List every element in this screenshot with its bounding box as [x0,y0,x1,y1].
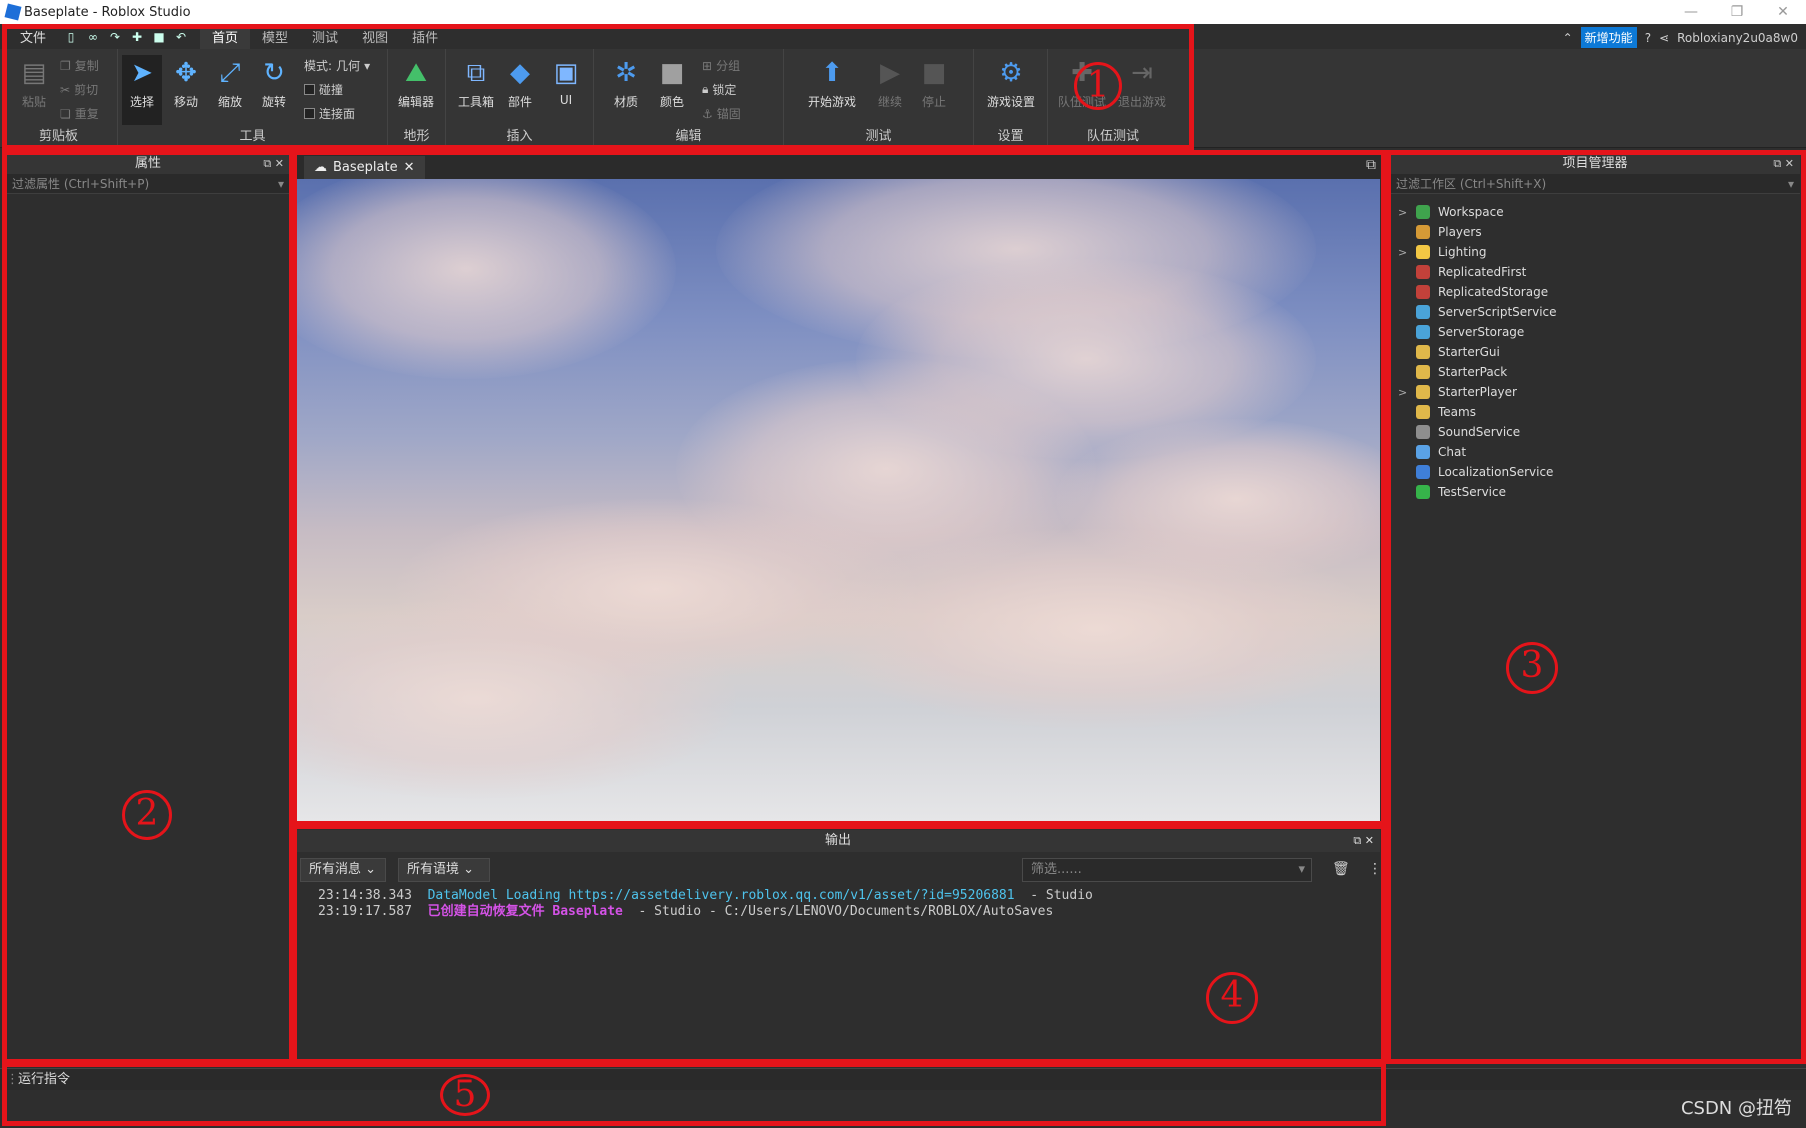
new-features-button[interactable]: 新增功能 [1580,27,1637,48]
user-account[interactable]: Robloxiany2u0a8w0 [1677,31,1798,45]
annotation-box-command [2,1062,1386,1126]
share-icon[interactable]: ⋖ [1659,31,1669,45]
minimize-button[interactable]: — [1668,0,1714,24]
title-bar: Baseplate - Roblox Studio — ❐ ✕ [0,0,1806,24]
annotation-box-explorer [1386,150,1806,1064]
watermark: CSDN @扭笱 [1680,1098,1792,1119]
help-icon[interactable]: ? [1645,31,1651,45]
annotation-box-output [292,824,1386,1064]
menu-right: ⌃ 新增功能 ? ⋖ Robloxiany2u0a8w0 [1563,27,1798,48]
annotation-number-5: 5 [440,1074,490,1116]
window-controls: — ❐ ✕ [1668,0,1806,24]
window-title: Baseplate - Roblox Studio [24,4,191,20]
annotation-number-3: 3 [1506,642,1558,694]
annotation-number-4: 4 [1206,972,1258,1024]
annotation-number-2: 2 [122,790,172,840]
roblox-logo-icon [4,3,22,21]
annotation-box-ribbon [2,24,1194,150]
annotation-box-viewport [292,150,1386,826]
close-button[interactable]: ✕ [1760,0,1806,24]
annotation-box-properties [2,150,294,1064]
annotation-number-1: 1 [1074,62,1122,110]
collapse-ribbon-icon[interactable]: ⌃ [1563,31,1573,45]
restore-button[interactable]: ❐ [1714,0,1760,24]
